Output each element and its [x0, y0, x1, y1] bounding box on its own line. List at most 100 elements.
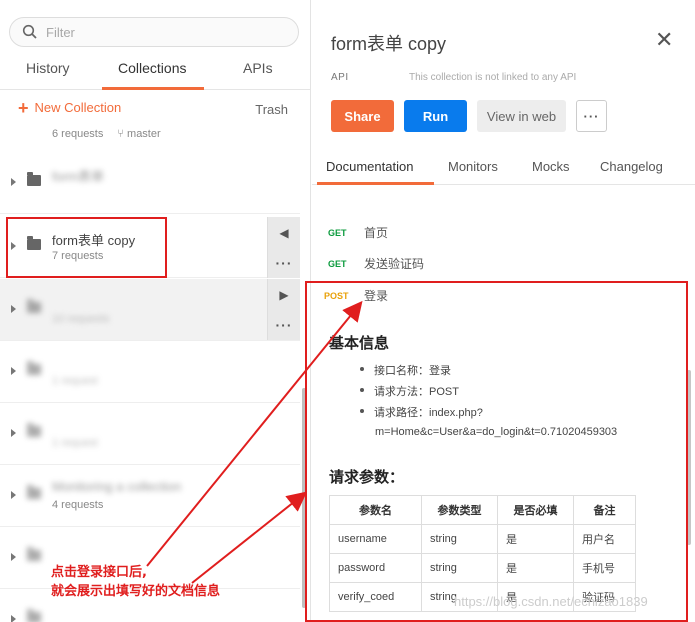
expand-caret-icon[interactable] [11, 178, 16, 186]
table-cell: password [329, 553, 422, 583]
share-button[interactable]: Share [331, 100, 394, 132]
watermark: https://blog.csdn.net/echizao1839 [454, 594, 648, 609]
collection-item[interactable]: form表单 [0, 152, 300, 214]
search-icon [22, 24, 38, 43]
request-item[interactable]: GET 首页 [328, 224, 388, 241]
basic-info-heading: 基本信息 [329, 335, 390, 352]
method-badge: POST [324, 290, 349, 301]
annotation-text: 点击登录接口后, 就会展示出填写好的文档信息 [51, 563, 220, 601]
tab-apis[interactable]: APIs [243, 60, 273, 76]
view-in-web-button[interactable]: View in web [477, 100, 566, 132]
expand-caret-icon[interactable] [11, 242, 16, 250]
caret-right-icon: ▶ [279, 287, 289, 302]
request-name: 发送验证码 [364, 257, 425, 271]
collection-details-panel: form表单 copy ✕ API This collection is not… [312, 0, 695, 622]
active-tab-indicator [317, 182, 434, 185]
list-item: 请求路径：index.php? [360, 404, 483, 425]
table-cell: string [421, 524, 498, 554]
collections-toolbar: + New Collection Trash [0, 96, 310, 124]
collection-requests: 1 request [52, 375, 98, 387]
table-row: username string 是 用户名 [329, 524, 636, 554]
collection-item[interactable]: 10 requests [0, 279, 300, 341]
folder-icon [27, 547, 41, 561]
table-header: 参数类型 [421, 495, 498, 525]
table-cell: 是 [497, 524, 574, 554]
expand-caret-icon[interactable] [11, 615, 16, 622]
caret-left-icon: ◀ [279, 225, 289, 240]
collection-more-button[interactable]: ··· [267, 310, 300, 340]
folder-icon [27, 609, 41, 622]
collection-name: Monitoring a collection [52, 479, 182, 494]
tab-monitors[interactable]: Monitors [448, 159, 498, 174]
table-header: 是否必填 [497, 495, 574, 525]
table-header-row: 参数名 参数类型 是否必填 备注 [329, 495, 636, 525]
expand-caret-icon[interactable] [11, 305, 16, 313]
expand-caret-icon[interactable] [11, 553, 16, 561]
table-cell: 是 [497, 553, 574, 583]
table-cell: username [329, 524, 422, 554]
run-button[interactable]: Run [404, 100, 467, 132]
tab-documentation[interactable]: Documentation [326, 159, 413, 174]
table-cell: verify_coed [329, 582, 422, 612]
list-item: 请求方法：POST [360, 383, 483, 404]
collection-name: form表单 copy [52, 233, 136, 248]
collection-requests: 4 requests [52, 499, 104, 511]
more-actions-button[interactable]: ··· [576, 100, 607, 132]
folder-icon [27, 485, 41, 499]
folder-icon [27, 299, 41, 313]
collection-item[interactable]: Monitoring a collection 4 requests [0, 465, 300, 527]
expand-caret-icon[interactable] [11, 491, 16, 499]
folder-icon [27, 172, 41, 186]
tab-mocks[interactable]: Mocks [532, 159, 570, 174]
expand-caret-icon[interactable] [11, 367, 16, 375]
sidebar: History Collections APIs + New Collectio… [0, 0, 311, 622]
table-header: 备注 [573, 495, 636, 525]
branch-icon: ⑂ [117, 128, 128, 140]
more-icon: ··· [275, 317, 293, 333]
trash-button[interactable]: Trash [255, 102, 288, 117]
tab-changelog[interactable]: Changelog [600, 159, 663, 174]
folder-icon [27, 236, 41, 250]
request-count: 6 requests [52, 128, 104, 140]
more-icon: ··· [275, 255, 293, 271]
search-box[interactable] [9, 17, 299, 47]
params-heading: 请求参数： [329, 469, 405, 486]
request-item[interactable]: GET 发送验证码 [328, 255, 424, 272]
branch-label: ⑂ master [117, 128, 161, 140]
table-cell: 手机号 [573, 553, 636, 583]
close-icon[interactable]: ✕ [655, 29, 673, 51]
active-tab-indicator [102, 87, 204, 90]
table-cell: string [421, 553, 498, 583]
new-collection-button[interactable]: + New Collection [18, 97, 122, 118]
plus-icon: + [18, 97, 29, 118]
request-path-continued: m=Home&c=User&a=do_login&t=0.71020459303 [375, 426, 618, 438]
list-item: 接口名称：登录 [360, 362, 483, 383]
new-collection-label: New Collection [34, 100, 122, 115]
annotation-line: 就会展示出填写好的文档信息 [51, 584, 221, 599]
sidebar-tabs: History Collections APIs [0, 54, 310, 90]
expand-panel-button[interactable]: ▶ [267, 279, 300, 310]
collection-more-button[interactable]: ··· [267, 248, 300, 278]
annotation-line: 点击登录接口后, [51, 565, 147, 580]
request-name: 登录 [364, 289, 389, 303]
search-input[interactable] [46, 22, 286, 42]
expand-caret-icon[interactable] [11, 429, 16, 437]
collection-item[interactable]: 1 request [0, 403, 300, 465]
collection-item-selected[interactable]: form表单 copy 7 requests [0, 216, 300, 278]
collection-requests: 1 request [52, 437, 98, 449]
table-cell: 用户名 [573, 524, 636, 554]
collection-name: form表单 [52, 169, 105, 184]
request-item-login[interactable]: POST 登录 [324, 287, 388, 304]
basic-info-list: 接口名称：登录 请求方法：POST 请求路径：index.php? [360, 362, 483, 425]
tab-history[interactable]: History [26, 60, 70, 76]
detail-tabs: Documentation Monitors Mocks Changelog [312, 150, 695, 185]
collection-requests: 10 requests [52, 313, 110, 325]
tab-collections[interactable]: Collections [118, 60, 186, 76]
collection-item[interactable]: 1 request [0, 341, 300, 403]
table-row: password string 是 手机号 [329, 553, 636, 583]
sidebar-scrollbar[interactable] [302, 388, 306, 608]
panel-scrollbar[interactable] [687, 370, 691, 545]
folder-icon [27, 361, 41, 375]
method-badge: GET [328, 227, 347, 238]
collapse-panel-button[interactable]: ◀ [267, 217, 300, 248]
